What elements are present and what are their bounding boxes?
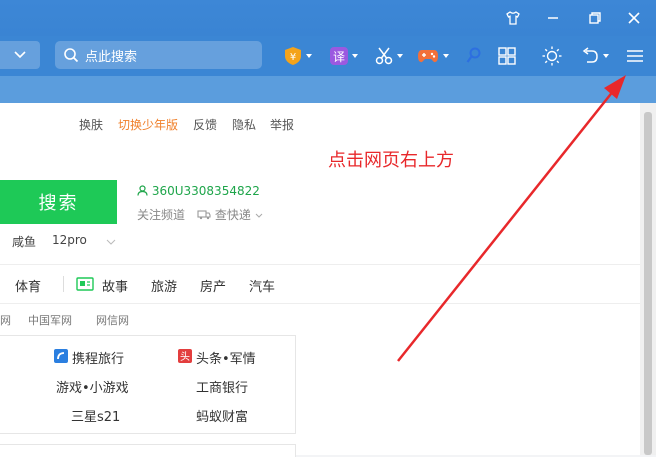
skin-icon[interactable] bbox=[501, 6, 525, 30]
toolbar: 点此搜索 ¥ 译 bbox=[0, 36, 656, 76]
tab-dropdown-button[interactable] bbox=[0, 41, 40, 69]
search-button[interactable]: 搜索 bbox=[0, 180, 117, 224]
panel-link-ctrip[interactable]: 携程旅行 bbox=[72, 348, 124, 367]
undo-close-tab-button[interactable] bbox=[581, 44, 609, 68]
panel-link-toutiao-military[interactable]: 头条•军情 bbox=[196, 348, 256, 367]
search-input[interactable]: 点此搜索 bbox=[55, 41, 262, 69]
nav-travel[interactable]: 旅游 bbox=[151, 276, 177, 295]
nav-auto[interactable]: 汽车 bbox=[249, 276, 275, 295]
translate-button[interactable]: 译 bbox=[330, 44, 358, 68]
title-bar bbox=[0, 0, 656, 36]
annotation-text: 点击网页右上方 bbox=[328, 150, 454, 171]
brightness-button[interactable] bbox=[542, 44, 562, 68]
top-link-report[interactable]: 举报 bbox=[270, 116, 294, 133]
next-panel bbox=[0, 444, 296, 457]
screenshot-button[interactable] bbox=[375, 44, 403, 68]
account-link[interactable]: 360U3308354822 bbox=[137, 184, 260, 198]
menu-icon bbox=[627, 50, 643, 62]
keywords-expand-icon[interactable] bbox=[106, 239, 116, 245]
panel-link-games[interactable]: 游戏•小游戏 bbox=[56, 377, 129, 396]
minimize-icon[interactable] bbox=[541, 6, 565, 30]
story-icon bbox=[76, 277, 94, 291]
sun-icon bbox=[542, 46, 562, 66]
scrollbar-thumb[interactable] bbox=[644, 112, 652, 455]
bookmark-bar bbox=[0, 76, 656, 103]
search-icon bbox=[64, 48, 79, 63]
game-button[interactable] bbox=[417, 44, 449, 68]
express-query-label: 查快递 bbox=[214, 208, 251, 222]
search-placeholder: 点此搜索 bbox=[85, 50, 138, 65]
chevron-down-icon bbox=[255, 213, 263, 218]
site-link-1[interactable]: 网 bbox=[0, 312, 11, 328]
nav-sports[interactable]: 体育 bbox=[15, 276, 41, 295]
svg-text:头: 头 bbox=[180, 351, 190, 363]
top-link-kids-version[interactable]: 切换少年版 bbox=[118, 116, 178, 133]
svg-text:¥: ¥ bbox=[290, 52, 296, 63]
magnifier-icon bbox=[466, 47, 481, 63]
svg-text:译: 译 bbox=[333, 50, 345, 64]
find-button[interactable] bbox=[466, 44, 482, 68]
channel-nav: 体育 故事 旅游 房产 汽车 bbox=[0, 264, 640, 304]
undo-icon bbox=[582, 47, 598, 63]
panel-link-samsung[interactable]: 三星s21 bbox=[71, 406, 120, 425]
nav-divider bbox=[63, 276, 64, 292]
nav-realestate[interactable]: 房产 bbox=[200, 276, 226, 295]
gamepad-icon bbox=[418, 50, 438, 63]
user-icon bbox=[137, 185, 148, 196]
top-link-feedback[interactable]: 反馈 bbox=[193, 116, 217, 133]
truck-icon bbox=[197, 210, 211, 220]
translate-icon: 译 bbox=[330, 47, 348, 65]
site-link-china-military[interactable]: 中国军网 bbox=[28, 312, 72, 328]
toutiao-icon: 头 bbox=[178, 349, 192, 363]
hot-keyword-1[interactable]: 咸鱼 bbox=[12, 233, 36, 250]
chevron-down-icon bbox=[14, 51, 26, 59]
ctrip-icon bbox=[54, 349, 68, 363]
restore-icon[interactable] bbox=[583, 6, 607, 30]
panel-link-ant-fortune[interactable]: 蚂蚁财富 bbox=[196, 406, 248, 425]
top-link-skin[interactable]: 换肤 bbox=[79, 116, 103, 133]
main-menu-button[interactable] bbox=[626, 44, 644, 68]
shield-yen-icon: ¥ bbox=[285, 47, 301, 65]
grid-icon bbox=[498, 47, 516, 65]
panel-link-icbc[interactable]: 工商银行 bbox=[196, 377, 248, 396]
follow-channel-link[interactable]: 关注频道 bbox=[137, 206, 185, 223]
site-link-wangxin[interactable]: 网信网 bbox=[96, 312, 129, 328]
hot-keyword-2[interactable]: 12pro bbox=[52, 233, 87, 247]
nav-story[interactable]: 故事 bbox=[102, 276, 128, 295]
express-query-link[interactable]: 查快递 bbox=[197, 206, 263, 223]
scissors-icon bbox=[375, 47, 393, 65]
account-id: 360U3308354822 bbox=[151, 184, 260, 198]
apps-button[interactable] bbox=[498, 44, 516, 68]
wallet-button[interactable]: ¥ bbox=[284, 44, 312, 68]
top-link-privacy[interactable]: 隐私 bbox=[232, 116, 256, 133]
close-icon[interactable] bbox=[622, 6, 646, 30]
